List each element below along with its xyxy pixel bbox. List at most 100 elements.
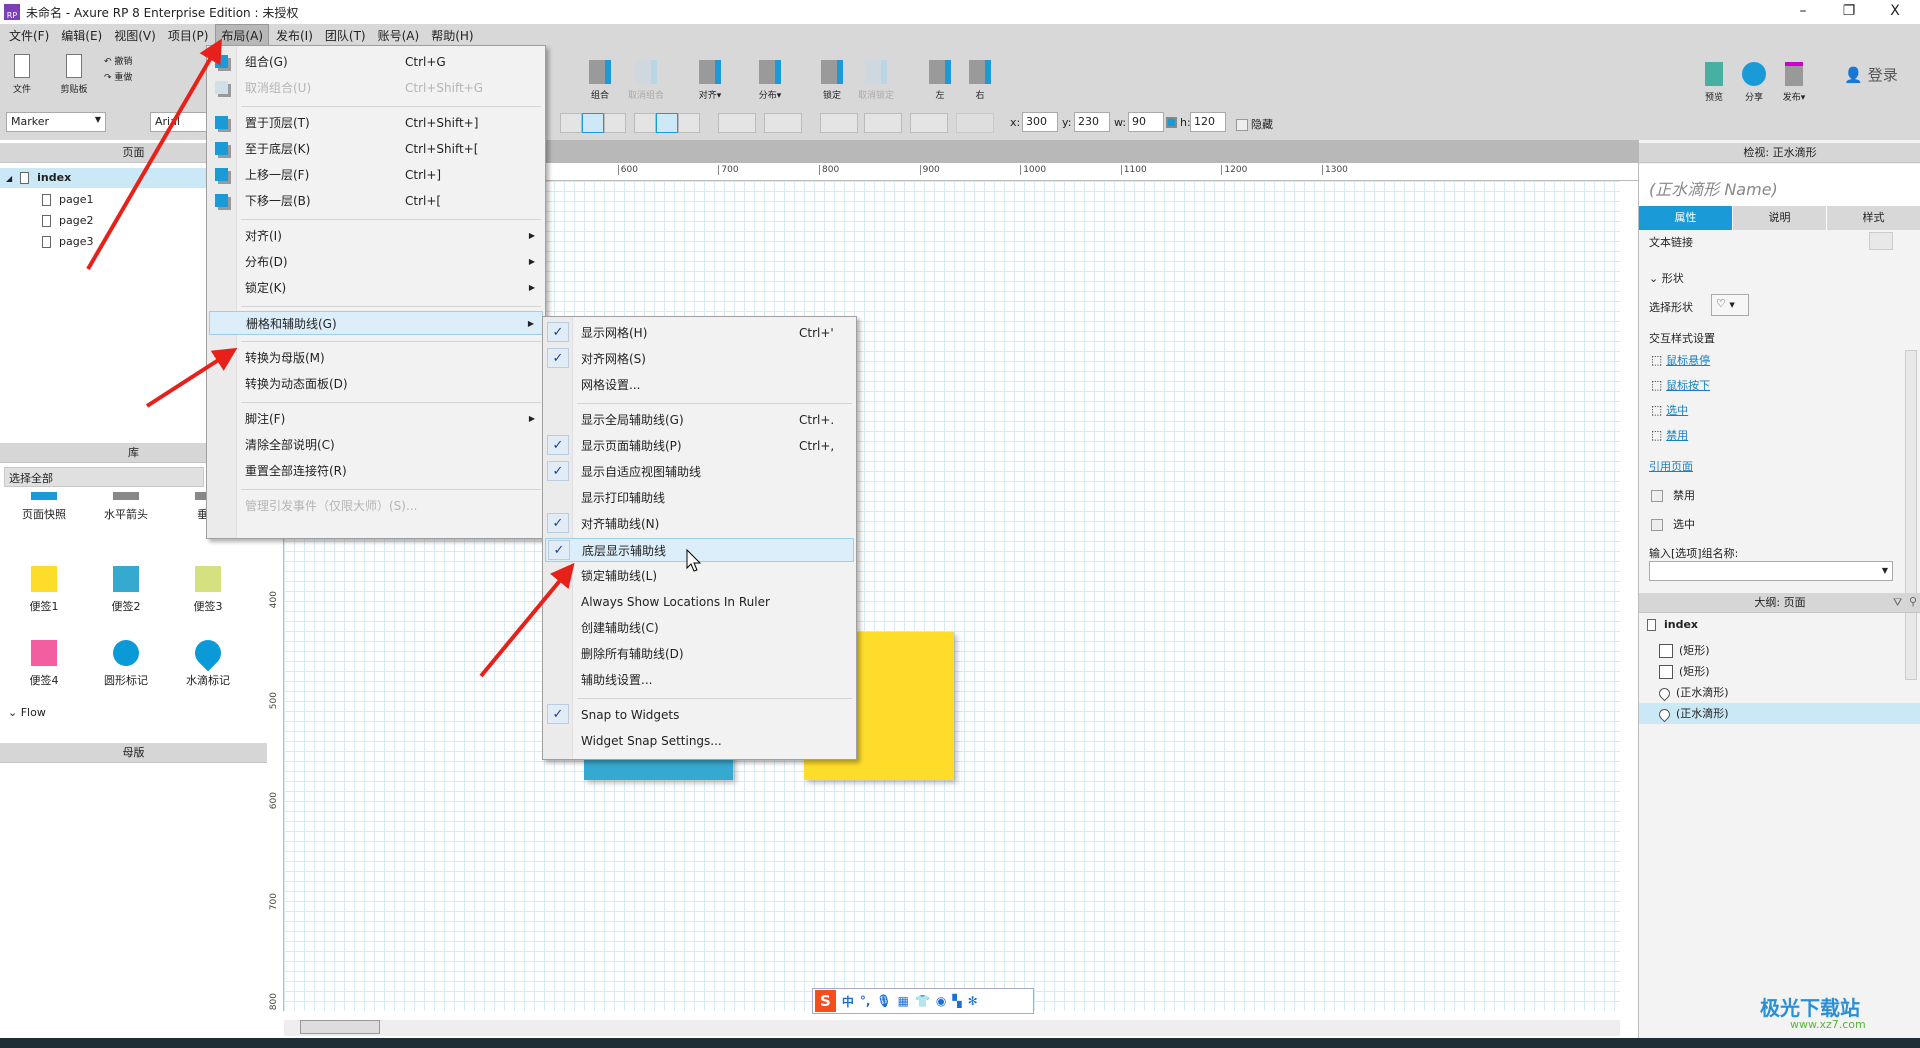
distribute-button[interactable]: 分布▾	[748, 60, 792, 101]
menu-item[interactable]: 栅格和辅助线(G) ▶	[209, 311, 543, 335]
menu-item[interactable]: 下移一层(B) Ctrl+[	[209, 189, 543, 213]
ungroup-button[interactable]: 取消组合	[622, 60, 670, 101]
menu-item[interactable]: 至于底层(K) Ctrl+Shift+[	[209, 137, 543, 161]
link-icon[interactable]	[1869, 232, 1893, 250]
valign-bottom-button[interactable]	[678, 113, 700, 133]
disabled-checkbox[interactable]: 禁用	[1651, 487, 1695, 503]
outline-item[interactable]: (正水滴形)	[1639, 682, 1920, 703]
interaction-style-item[interactable]: ⬚ 选中	[1651, 402, 1688, 418]
group-name-select[interactable]: ▼	[1649, 561, 1893, 581]
library-item[interactable]: 页面快照	[4, 492, 84, 522]
keyboard-icon[interactable]: ▦	[898, 994, 909, 1008]
menu-0[interactable]: 文件(F)	[4, 25, 54, 46]
redo-button[interactable]: ↷ 重做	[104, 70, 148, 83]
clipboard-button[interactable]: 剪贴板	[52, 54, 96, 95]
menu-item[interactable]: 清除全部说明(C)	[209, 433, 543, 457]
library-item[interactable]: 便签1	[4, 566, 84, 614]
menu-item[interactable]: Always Show Locations In Ruler	[545, 590, 854, 614]
menu-item[interactable]: 分布(D) ▶	[209, 250, 543, 274]
interaction-style-link[interactable]: 选中	[1666, 404, 1688, 417]
menu-8[interactable]: 帮助(H)	[426, 25, 478, 46]
menu-7[interactable]: 账号(A)	[373, 25, 425, 46]
menu-item[interactable]: 脚注(F) ▶	[209, 407, 543, 431]
menu-item[interactable]: 管理引发事件（仅限大师）(S)...	[209, 494, 543, 518]
menu-item[interactable]: ✓ 显示页面辅助线(P) Ctrl+,	[545, 434, 854, 458]
menu-item[interactable]: 创建辅助线(C)	[545, 616, 854, 640]
reference-page-link[interactable]: 引用页面	[1649, 458, 1693, 474]
menu-item[interactable]: ✓ 底层显示辅助线	[545, 538, 854, 562]
tab-0[interactable]: 属性	[1639, 206, 1733, 230]
menu-item[interactable]: 锁定(K) ▶	[209, 276, 543, 300]
x-input[interactable]: 300	[1022, 112, 1058, 132]
microphone-icon[interactable]: 🎙	[876, 994, 891, 1008]
menu-item[interactable]: 重置全部连接符(R)	[209, 459, 543, 483]
hidden-checkbox[interactable]: 隐藏	[1236, 116, 1273, 132]
library-item[interactable]: 圆形标记	[86, 640, 166, 688]
interaction-style-link[interactable]: 禁用	[1666, 429, 1688, 442]
ime-mode[interactable]: 中	[842, 993, 854, 1010]
settings-icon[interactable]: ✻	[968, 994, 978, 1008]
library-item[interactable]: 便签2	[86, 566, 166, 614]
menu-item[interactable]: 锁定辅助线(L)	[545, 564, 854, 588]
skin-icon[interactable]: 👕	[915, 994, 930, 1008]
valign-top-button[interactable]	[634, 113, 656, 133]
menu-item[interactable]: 删除所有辅助线(D)	[545, 642, 854, 666]
minimize-button[interactable]: –	[1780, 0, 1826, 24]
shape-section-toggle[interactable]: ⌄ 形状	[1649, 270, 1684, 286]
outline-root[interactable]: index	[1647, 618, 1698, 631]
selected-checkbox[interactable]: 选中	[1651, 516, 1695, 532]
menu-item[interactable]: ✓ Snap to Widgets	[545, 703, 854, 727]
apps-icon[interactable]: ▚	[952, 994, 961, 1008]
align-text-center-button[interactable]	[582, 113, 604, 133]
menu-6[interactable]: 团队(T)	[320, 25, 371, 46]
menu-item[interactable]: ✓ 显示自适应视图辅助线	[545, 460, 854, 484]
menu-item[interactable]: ✓ 显示网格(H) Ctrl+'	[545, 321, 854, 345]
undo-button[interactable]: ↶ 撤销	[104, 54, 148, 67]
menu-item[interactable]: 转换为动态面板(D)	[209, 372, 543, 396]
preview-button[interactable]: 预览	[1692, 62, 1736, 103]
menu-item[interactable]: 显示全局辅助线(G) Ctrl+.	[545, 408, 854, 432]
library-item[interactable]: 水滴标记	[168, 634, 248, 688]
align-button[interactable]: 对齐▾	[688, 60, 732, 101]
emoji-icon[interactable]: ◉	[936, 994, 946, 1008]
fill-color-button[interactable]	[718, 113, 756, 133]
interaction-style-item[interactable]: ⬚ 禁用	[1651, 427, 1688, 443]
menu-item[interactable]: 转换为母版(M)	[209, 346, 543, 370]
menu-item[interactable]: ✓ 对齐辅助线(N)	[545, 512, 854, 536]
restore-button[interactable]: ❐	[1826, 0, 1872, 24]
menu-4[interactable]: 布局(A)	[215, 23, 269, 47]
interaction-style-link[interactable]: 鼠标按下	[1666, 379, 1710, 392]
punctuation-icon[interactable]: °,	[860, 994, 871, 1008]
menu-1[interactable]: 编辑(E)	[56, 25, 107, 46]
style-select[interactable]: Marker ▼	[6, 112, 106, 132]
horizontal-scrollbar[interactable]	[284, 1020, 1620, 1036]
menu-item[interactable]: 置于顶层(T) Ctrl+Shift+]	[209, 111, 543, 135]
library-item[interactable]: 便签4	[4, 640, 84, 688]
menu-item[interactable]: 网格设置...	[545, 373, 854, 397]
y-input[interactable]: 230	[1074, 112, 1110, 132]
menu-item[interactable]: 上移一层(F) Ctrl+]	[209, 163, 543, 187]
menu-5[interactable]: 发布(I)	[271, 25, 318, 46]
arrow-style-button[interactable]	[956, 113, 994, 133]
lock-aspect-icon[interactable]	[1166, 117, 1177, 128]
align-text-right-button[interactable]	[604, 113, 626, 133]
library-item[interactable]: 便签3	[168, 566, 248, 614]
outline-item[interactable]: (矩形)	[1639, 640, 1920, 661]
line-color-button[interactable]	[820, 113, 858, 133]
login-button[interactable]: 👤 登录	[1836, 64, 1906, 85]
menu-3[interactable]: 项目(P)	[163, 25, 214, 46]
menu-item[interactable]: 对齐(I) ▶	[209, 224, 543, 248]
widget-name-input[interactable]: (正水滴形 Name)	[1639, 164, 1920, 206]
menu-2[interactable]: 视图(V)	[109, 25, 161, 46]
h-input[interactable]: 120	[1190, 112, 1226, 132]
valign-middle-button[interactable]	[656, 113, 678, 133]
group-button[interactable]: 组合	[578, 60, 622, 101]
scrollbar-thumb[interactable]	[300, 1020, 380, 1034]
tab-2[interactable]: 样式	[1827, 206, 1920, 230]
menu-item[interactable]: 显示打印辅助线	[545, 486, 854, 510]
outline-item[interactable]: (矩形)	[1639, 661, 1920, 682]
menu-item[interactable]: ✓ 对齐网格(S)	[545, 347, 854, 371]
shadow-button[interactable]	[764, 113, 802, 133]
tab-1[interactable]: 说明	[1733, 206, 1827, 230]
library-item[interactable]: 水平箭头	[86, 492, 166, 522]
